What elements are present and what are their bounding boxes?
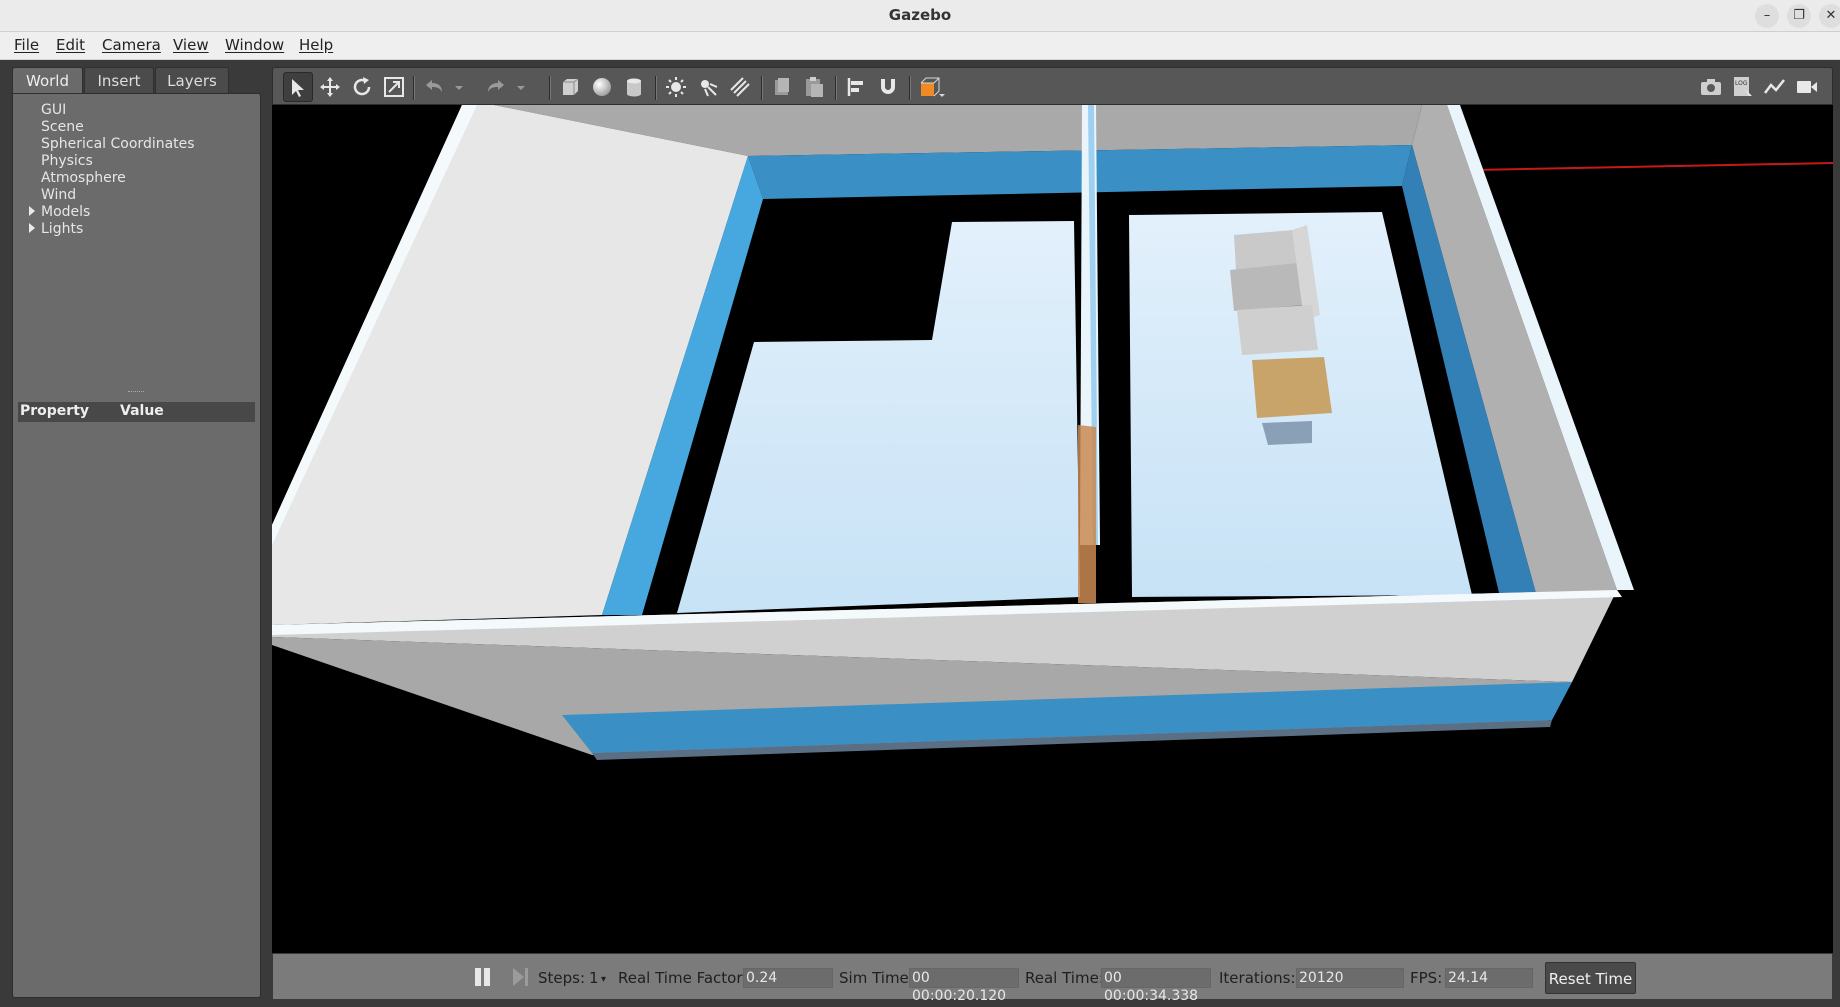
redo-dropdown-icon[interactable] [513, 72, 529, 102]
tree-item-spherical-coordinates[interactable]: Spherical Coordinates [41, 136, 195, 152]
svg-text:LOG: LOG [1735, 80, 1748, 87]
sim-time-label: Sim Time: [839, 969, 914, 987]
sphere-icon[interactable] [587, 72, 617, 102]
toolbar-separator [413, 76, 415, 100]
iterations-label: Iterations: [1219, 969, 1296, 987]
door [1078, 425, 1096, 603]
paste-icon[interactable] [799, 72, 829, 102]
record-video-icon[interactable] [1792, 72, 1822, 102]
tree-item-physics[interactable]: Physics [41, 153, 93, 169]
tree-item-atmosphere[interactable]: Atmosphere [41, 170, 126, 186]
directional-light-icon[interactable] [725, 72, 755, 102]
left-wall [272, 105, 748, 625]
snap-magnet-icon[interactable] [873, 72, 903, 102]
rotate-icon[interactable] [347, 72, 377, 102]
select-arrow-icon[interactable] [283, 72, 313, 102]
value-column-header: Value [120, 403, 164, 419]
align-icon[interactable] [841, 72, 871, 102]
window-title: Gazebo [888, 6, 952, 24]
toolbar-separator [909, 76, 911, 100]
screenshot-icon[interactable] [1696, 72, 1726, 102]
close-icon[interactable]: ✕ [1819, 4, 1840, 28]
expand-arrow-icon[interactable] [29, 223, 35, 233]
menu-camera[interactable]: Camera [102, 36, 161, 54]
menu-window[interactable]: Window [225, 36, 284, 54]
cylinder-icon[interactable] [619, 72, 649, 102]
sim-time-field: 00 00:00:20.120 [909, 968, 1019, 1004]
spot-light-icon[interactable] [693, 72, 723, 102]
step-icon[interactable] [513, 968, 524, 986]
pause-icon-bar [484, 968, 490, 986]
tree-item-wind[interactable]: Wind [41, 187, 76, 203]
change-view-icon[interactable] [915, 72, 945, 102]
tab-insert[interactable]: Insert [84, 67, 154, 93]
real-time-label: Real Time: [1025, 969, 1104, 987]
tree-item-gui[interactable]: GUI [41, 102, 66, 118]
toolbar: LOG [272, 67, 1833, 105]
steps-value[interactable]: 1 [589, 969, 599, 987]
rtf-field: 0.24 [743, 968, 833, 988]
restore-icon[interactable]: ❐ [1787, 4, 1811, 28]
steps-label: Steps: [538, 969, 586, 987]
copy-icon[interactable] [767, 72, 797, 102]
sofa [1230, 225, 1320, 355]
tree-item-scene[interactable]: Scene [41, 119, 84, 135]
minimize-icon[interactable]: – [1755, 4, 1779, 28]
world-tree-panel: GUI Scene Spherical Coordinates Physics … [12, 93, 261, 998]
menu-edit[interactable]: Edit [56, 36, 85, 54]
toolbar-separator [761, 76, 763, 100]
log-icon[interactable]: LOG [1728, 72, 1758, 102]
plot-icon[interactable] [1760, 72, 1790, 102]
undo-icon[interactable] [419, 72, 449, 102]
splitter-handle[interactable] [128, 391, 144, 394]
status-bar: Steps: 1 ▾ Real Time Factor: 0.24 Sim Ti… [272, 953, 1833, 1004]
tab-layers[interactable]: Layers [155, 67, 229, 93]
tab-world[interactable]: World [12, 67, 83, 93]
scale-icon[interactable] [379, 72, 409, 102]
rtf-label: Real Time Factor: [618, 969, 748, 987]
tree-item-lights[interactable]: Lights [41, 221, 83, 237]
menu-bar: File Edit Camera View Window Help [0, 32, 1840, 60]
iterations-field: 20120 [1296, 968, 1404, 988]
redo-icon[interactable] [481, 72, 511, 102]
fps-field: 24.14 [1445, 968, 1533, 988]
tree-item-models[interactable]: Models [41, 204, 90, 220]
property-column-header: Property [20, 403, 90, 419]
undo-dropdown-icon[interactable] [451, 72, 467, 102]
steps-dropdown-icon[interactable]: ▾ [601, 974, 606, 985]
pause-icon[interactable] [475, 968, 481, 986]
real-time-field: 00 00:00:34.338 [1101, 968, 1211, 1004]
scene-viewport[interactable] [272, 105, 1833, 953]
menu-file[interactable]: File [14, 36, 39, 54]
menu-view[interactable]: View [173, 36, 209, 54]
toolbar-separator [549, 76, 551, 100]
point-light-icon[interactable] [661, 72, 691, 102]
expand-arrow-icon[interactable] [29, 206, 35, 216]
step-icon-bar [525, 968, 528, 986]
translate-icon[interactable] [315, 72, 345, 102]
scene-render [272, 105, 1833, 760]
toolbar-separator [835, 76, 837, 100]
property-table-header: Property Value [18, 402, 255, 422]
toolbar-separator [655, 76, 657, 100]
window-titlebar: Gazebo – ❐ ✕ [0, 0, 1840, 32]
fps-label: FPS: [1410, 969, 1443, 987]
menu-help[interactable]: Help [299, 36, 333, 54]
box-icon[interactable] [555, 72, 585, 102]
reset-time-button[interactable]: Reset Time [1545, 962, 1636, 994]
